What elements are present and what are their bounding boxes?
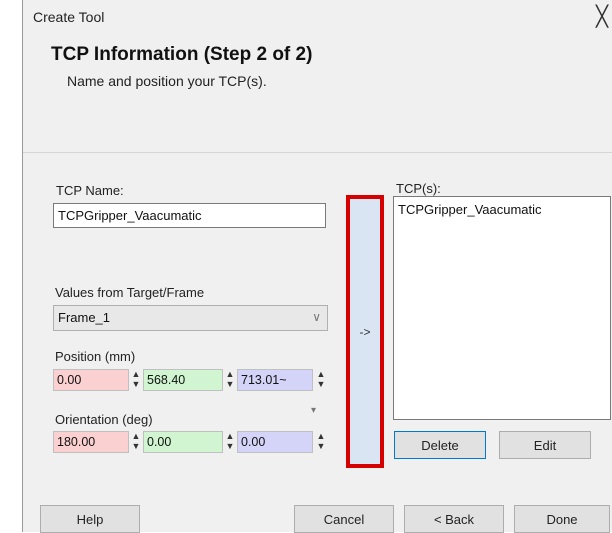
orientation-label: Orientation (deg)	[55, 412, 153, 427]
back-button[interactable]: < Back	[404, 505, 504, 533]
position-x-input[interactable]: 0.00	[53, 369, 129, 391]
position-x-spin-icon[interactable]: ▲ ▼	[131, 369, 141, 391]
tcps-label: TCP(s):	[396, 181, 441, 196]
create-tool-dialog: Create Tool ╳ TCP Information (Step 2 of…	[23, 0, 612, 533]
tcp-name-input[interactable]: TCPGripper_Vaacumatic	[53, 203, 326, 228]
orientation-y-input[interactable]: 0.00	[143, 431, 223, 453]
add-tcp-arrow-label: ->	[359, 324, 371, 339]
orientation-y-spin-icon[interactable]: ▲ ▼	[225, 431, 235, 453]
close-icon[interactable]: ╳	[596, 4, 608, 29]
values-from-label: Values from Target/Frame	[55, 285, 205, 300]
position-z-input[interactable]: 713.01~	[237, 369, 313, 391]
values-from-select[interactable]: Frame_1 ∨	[53, 305, 328, 331]
page-subtitle: Name and position your TCP(s).	[67, 73, 267, 89]
orientation-x-input[interactable]: 180.00	[53, 431, 129, 453]
done-button[interactable]: Done	[514, 505, 610, 533]
list-item[interactable]: TCPGripper_Vaacumatic	[394, 197, 610, 222]
orientation-z-input[interactable]: 0.00	[237, 431, 313, 453]
title-bar: Create Tool ╳	[23, 0, 612, 34]
help-button[interactable]: Help	[40, 505, 140, 533]
edit-button[interactable]: Edit	[499, 431, 591, 459]
tcp-name-label: TCP Name:	[56, 183, 124, 198]
page-title: TCP Information (Step 2 of 2)	[51, 44, 313, 65]
position-y-spin-icon[interactable]: ▲ ▼	[225, 369, 235, 391]
values-from-selected: Frame_1	[58, 310, 111, 325]
chevron-down-icon: ∨	[312, 310, 321, 324]
orientation-z-spin-icon[interactable]: ▲ ▼	[316, 431, 326, 453]
expand-icon[interactable]: ▾	[311, 406, 321, 416]
delete-button[interactable]: Delete	[394, 431, 486, 459]
position-z-spin-icon[interactable]: ▲ ▼	[316, 369, 326, 391]
cancel-button[interactable]: Cancel	[294, 505, 394, 533]
outer-window-edge	[0, 0, 23, 532]
position-label: Position (mm)	[55, 349, 136, 364]
add-tcp-arrow-button[interactable]: ->	[346, 195, 384, 468]
window-title: Create Tool	[33, 9, 105, 25]
tcps-listbox[interactable]: TCPGripper_Vaacumatic	[393, 196, 611, 420]
position-y-input[interactable]: 568.40	[143, 369, 223, 391]
orientation-x-spin-icon[interactable]: ▲ ▼	[131, 431, 141, 453]
